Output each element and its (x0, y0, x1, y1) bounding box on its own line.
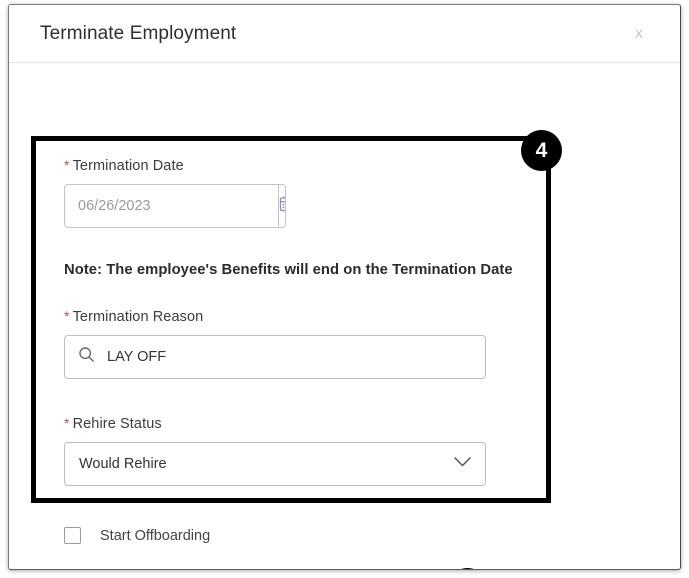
benefits-note: Note: The employee's Benefits will end o… (64, 262, 513, 278)
termination-reason-label-text: Termination Reason (72, 309, 204, 325)
required-asterisk: * (64, 157, 70, 173)
chevron-down-icon (453, 455, 472, 473)
step-badge-4: 4 (521, 130, 562, 171)
rehire-status-label-text: Rehire Status (72, 416, 162, 432)
start-offboarding-label: Start Offboarding (100, 527, 211, 544)
termination-date-label-text: Termination Date (72, 158, 184, 174)
required-asterisk: * (64, 415, 70, 431)
search-icon (78, 346, 95, 368)
calendar-picker-button[interactable] (278, 185, 285, 227)
termination-reason-label: * Termination Reason (64, 308, 203, 325)
rehire-status-value: Would Rehire (79, 456, 167, 472)
step-badge-5: 5 (447, 568, 488, 569)
page-title: Terminate Employment (40, 23, 237, 44)
termination-date-label: * Termination Date (64, 157, 184, 174)
termination-date-input[interactable] (65, 185, 278, 227)
modal-body: * Termination Date 06/26/2023 Note: The … (9, 63, 680, 569)
termination-date-field-group (64, 184, 286, 228)
calendar-icon (279, 195, 285, 217)
termination-reason-input[interactable] (105, 348, 472, 366)
close-icon[interactable]: x (635, 26, 643, 42)
rehire-status-select[interactable]: Would Rehire (64, 442, 486, 486)
start-offboarding-checkbox[interactable] (64, 527, 81, 544)
rehire-status-label: * Rehire Status (64, 415, 162, 432)
required-asterisk: * (64, 308, 70, 324)
terminate-employment-modal: Terminate Employment x * Termination Date (8, 4, 681, 570)
start-offboarding-row[interactable]: Start Offboarding (64, 527, 210, 544)
termination-reason-field-group[interactable] (64, 335, 486, 379)
modal-header: Terminate Employment x (9, 5, 680, 63)
